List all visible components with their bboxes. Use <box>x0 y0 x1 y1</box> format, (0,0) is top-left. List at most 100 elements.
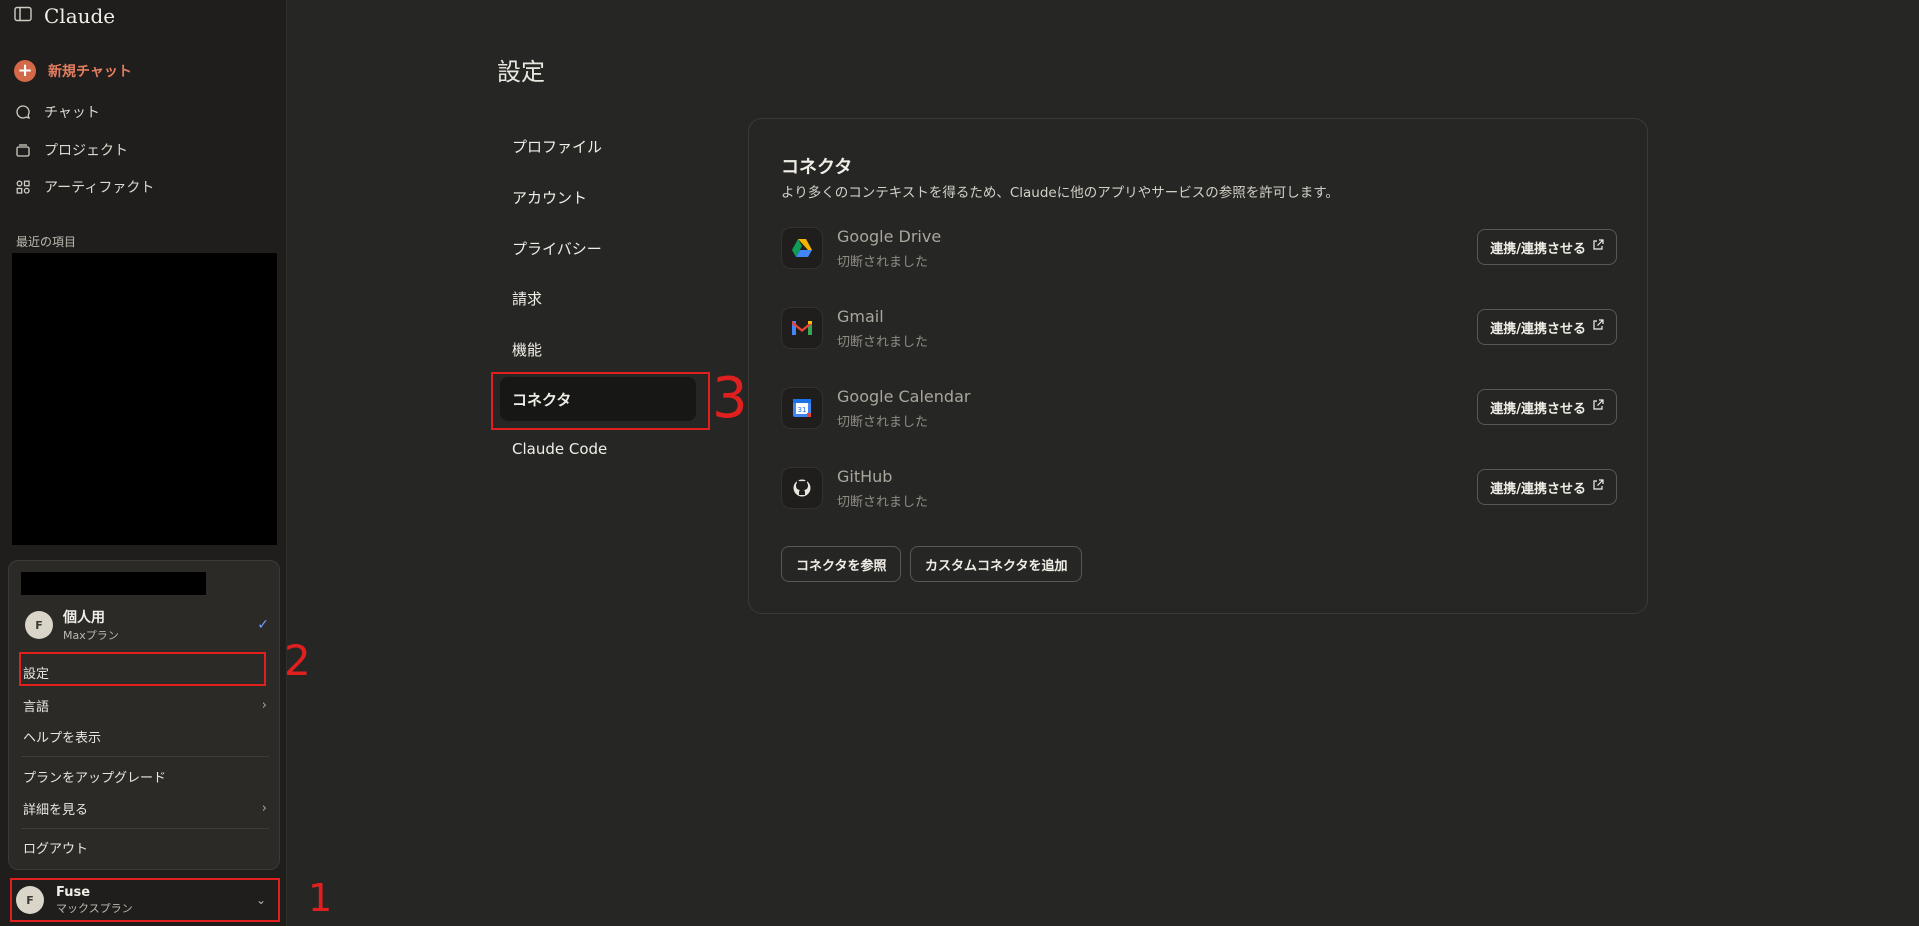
menu-item-logout[interactable]: ログアウト <box>23 838 267 857</box>
connector-name: GitHub <box>837 467 893 486</box>
tab-billing[interactable]: 請求 <box>500 276 696 320</box>
add-custom-connector-button[interactable]: カスタムコネクタを追加 <box>910 546 1083 582</box>
button-label: 連携/連携させる <box>1490 481 1586 497</box>
connect-google-drive-button[interactable]: 連携/連携させる <box>1477 229 1617 265</box>
menu-item-label: 詳細を見る <box>23 803 89 818</box>
tab-account[interactable]: アカウント <box>500 175 696 219</box>
menu-item-label: 設定 <box>23 667 50 682</box>
sidebar-item-projects[interactable]: プロジェクト <box>14 140 128 160</box>
user-name: Fuse <box>56 884 91 900</box>
menu-item-label: ヘルプを表示 <box>23 731 102 746</box>
sidebar-item-label: アーティファクト <box>44 180 155 196</box>
user-plan: マックスプラン <box>56 901 133 915</box>
tab-label: プロファイル <box>512 137 603 156</box>
button-label: 連携/連携させる <box>1490 241 1586 257</box>
avatar: F <box>25 611 53 639</box>
tab-privacy[interactable]: プライバシー <box>500 226 696 270</box>
tab-profile[interactable]: プロファイル <box>500 124 696 168</box>
user-account-button[interactable]: F Fuse マックスプラン ⌄ <box>8 878 280 922</box>
connector-name: Google Drive <box>837 227 942 246</box>
tab-label: 機能 <box>512 340 543 359</box>
brand-title: Claude <box>44 4 116 28</box>
google-drive-icon <box>781 227 823 269</box>
connect-gmail-button[interactable]: 連携/連携させる <box>1477 309 1617 345</box>
tab-label: 請求 <box>512 289 543 308</box>
connector-row: Google Drive 切断されました 連携/連携させる <box>781 227 1617 283</box>
connectors-panel: コネクタ より多くのコンテキストを得るため、Claudeに他のアプリやサービスの… <box>748 118 1648 614</box>
chevron-down-icon: ⌄ <box>255 893 266 907</box>
redacted-email <box>21 572 206 595</box>
button-label: コネクタを参照 <box>796 558 887 574</box>
menu-item-help[interactable]: ヘルプを表示 <box>23 727 267 746</box>
tab-claude-code[interactable]: Claude Code <box>500 427 696 471</box>
project-icon <box>14 141 32 159</box>
menu-item-upgrade[interactable]: プランをアップグレード <box>23 767 267 786</box>
connector-status: 切断されました <box>837 335 929 350</box>
browse-connectors-button[interactable]: コネクタを参照 <box>781 546 902 582</box>
tab-features[interactable]: 機能 <box>500 327 696 371</box>
chevron-right-icon: › <box>261 801 267 816</box>
recent-label: 最近の項目 <box>16 235 77 249</box>
github-icon <box>781 467 823 509</box>
connect-google-calendar-button[interactable]: 連携/連携させる <box>1477 389 1617 425</box>
connector-row: GitHub 切断されました 連携/連携させる <box>781 467 1617 523</box>
gmail-icon <box>781 307 823 349</box>
account-name: 個人用 <box>63 610 105 626</box>
external-link-icon <box>1592 239 1604 255</box>
connectors-description: より多くのコンテキストを得るため、Claudeに他のアプリやサービスの参照を許可… <box>781 185 1339 201</box>
connectors-title: コネクタ <box>781 157 853 178</box>
menu-item-label: プランをアップグレード <box>23 771 167 786</box>
chat-icon <box>14 103 32 121</box>
recent-items-list <box>12 253 277 545</box>
artifact-icon <box>14 178 32 196</box>
annotation-label-3: 3 <box>712 366 748 431</box>
menu-item-label: ログアウト <box>23 842 89 857</box>
connect-github-button[interactable]: 連携/連携させる <box>1477 469 1617 505</box>
tab-label: アカウント <box>512 188 588 207</box>
connector-row: 31 Google Calendar 切断されました 連携/連携させる <box>781 387 1617 443</box>
annotation-label-1: 1 <box>308 876 333 920</box>
button-label: カスタムコネクタを追加 <box>925 558 1068 574</box>
tab-label: Claude Code <box>512 440 608 458</box>
avatar: F <box>16 886 44 914</box>
sidebar-item-label: プロジェクト <box>44 143 128 159</box>
new-chat-label: 新規チャット <box>48 64 132 80</box>
annotation-label-2: 2 <box>284 636 311 685</box>
brand: Claude <box>14 4 115 28</box>
menu-divider <box>21 828 269 829</box>
menu-item-language[interactable]: 言語 › <box>23 696 267 715</box>
google-calendar-icon: 31 <box>781 387 823 429</box>
tab-connectors[interactable]: コネクタ <box>500 377 696 421</box>
check-icon: ✓ <box>257 617 269 633</box>
menu-item-label: 言語 <box>23 700 50 715</box>
connector-name: Google Calendar <box>837 387 971 406</box>
external-link-icon <box>1592 319 1604 335</box>
sidebar-item-label: チャット <box>44 105 100 121</box>
menu-item-settings[interactable]: 設定 <box>23 663 267 682</box>
menu-item-details[interactable]: 詳細を見る › <box>23 799 267 818</box>
connector-status: 切断されました <box>837 255 929 270</box>
tab-label: コネクタ <box>512 390 572 409</box>
external-link-icon <box>1592 399 1604 415</box>
tab-label: プライバシー <box>512 239 602 258</box>
plus-icon: + <box>14 60 36 82</box>
button-label: 連携/連携させる <box>1490 321 1586 337</box>
sidebar-item-chat[interactable]: チャット <box>14 102 100 122</box>
sidebar-toggle-icon[interactable] <box>14 6 32 26</box>
menu-divider <box>21 756 269 757</box>
button-label: 連携/連携させる <box>1490 401 1586 417</box>
new-chat-button[interactable]: + 新規チャット <box>14 60 132 82</box>
account-menu: F 個人用 Maxプラン ✓ 設定 言語 › ヘルプを表示 プランをアップグレー… <box>8 560 280 870</box>
svg-text:31: 31 <box>798 406 807 414</box>
page-title: 設定 <box>497 58 545 86</box>
sidebar: Claude + 新規チャット チャット プロジェクト アーティファクト 最近の… <box>0 0 287 926</box>
chevron-right-icon: › <box>261 698 267 713</box>
connector-name: Gmail <box>837 307 884 326</box>
menu-account-personal[interactable]: F 個人用 Maxプラン ✓ <box>25 607 269 643</box>
external-link-icon <box>1592 479 1604 495</box>
connector-row: Gmail 切断されました 連携/連携させる <box>781 307 1617 363</box>
sidebar-item-artifacts[interactable]: アーティファクト <box>14 177 154 197</box>
connector-status: 切断されました <box>837 415 929 430</box>
connector-status: 切断されました <box>837 495 929 510</box>
account-plan: Maxプラン <box>63 629 119 642</box>
